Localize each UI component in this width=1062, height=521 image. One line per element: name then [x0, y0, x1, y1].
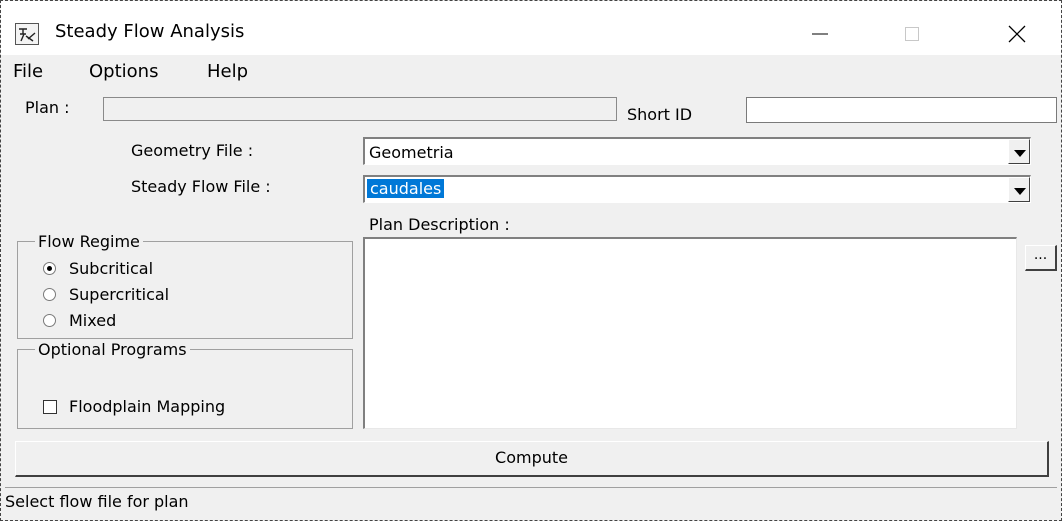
short-id-label: Short ID	[627, 105, 693, 124]
steady-flow-file-select[interactable]: caudales	[363, 175, 1031, 203]
supercritical-radio[interactable]	[43, 288, 56, 301]
subcritical-label[interactable]: Subcritical	[69, 259, 153, 278]
plan-label: Plan :	[25, 98, 70, 117]
plan-description-textarea[interactable]	[363, 237, 1017, 429]
close-icon[interactable]	[995, 17, 1041, 49]
mixed-label[interactable]: Mixed	[69, 311, 116, 330]
supercritical-label[interactable]: Supercritical	[69, 285, 169, 304]
status-bar: Select flow file for plan	[5, 487, 1057, 515]
short-id-input[interactable]	[746, 97, 1057, 123]
plan-description-label: Plan Description :	[369, 215, 510, 234]
optional-programs-group	[17, 349, 353, 429]
chevron-down-icon[interactable]	[1008, 139, 1030, 164]
menu-file[interactable]: File	[13, 61, 43, 82]
geometry-file-value: Geometria	[369, 143, 454, 162]
flow-regime-group	[17, 241, 353, 339]
menu-help[interactable]: Help	[207, 61, 248, 82]
steady-flow-file-label: Steady Flow File :	[131, 177, 271, 196]
mixed-radio[interactable]	[43, 314, 56, 327]
optional-programs-title: Optional Programs	[35, 340, 190, 359]
geometry-file-label: Geometry File :	[131, 141, 254, 160]
steady-flow-window: Steady Flow Analysis File Options Help P…	[0, 0, 1062, 521]
hec-ras-app-icon	[15, 23, 39, 45]
subcritical-radio[interactable]	[43, 262, 56, 275]
minimize-icon[interactable]	[796, 17, 842, 49]
flow-regime-title: Flow Regime	[35, 232, 143, 251]
geometry-file-select[interactable]: Geometria	[363, 137, 1031, 165]
steady-flow-file-value: caudales	[367, 179, 445, 198]
window-title: Steady Flow Analysis	[55, 21, 245, 42]
floodplain-mapping-checkbox[interactable]	[43, 400, 57, 414]
maximize-icon[interactable]	[888, 17, 934, 49]
menu-options[interactable]: Options	[89, 61, 158, 82]
description-more-button[interactable]: ...	[1025, 245, 1057, 271]
title-bar[interactable]: Steady Flow Analysis	[1, 1, 1061, 55]
plan-field	[103, 97, 617, 121]
chevron-down-icon[interactable]	[1008, 177, 1030, 202]
floodplain-mapping-label[interactable]: Floodplain Mapping	[69, 397, 225, 416]
compute-button[interactable]: Compute	[15, 441, 1049, 477]
menu-bar: File Options Help	[1, 55, 1061, 89]
